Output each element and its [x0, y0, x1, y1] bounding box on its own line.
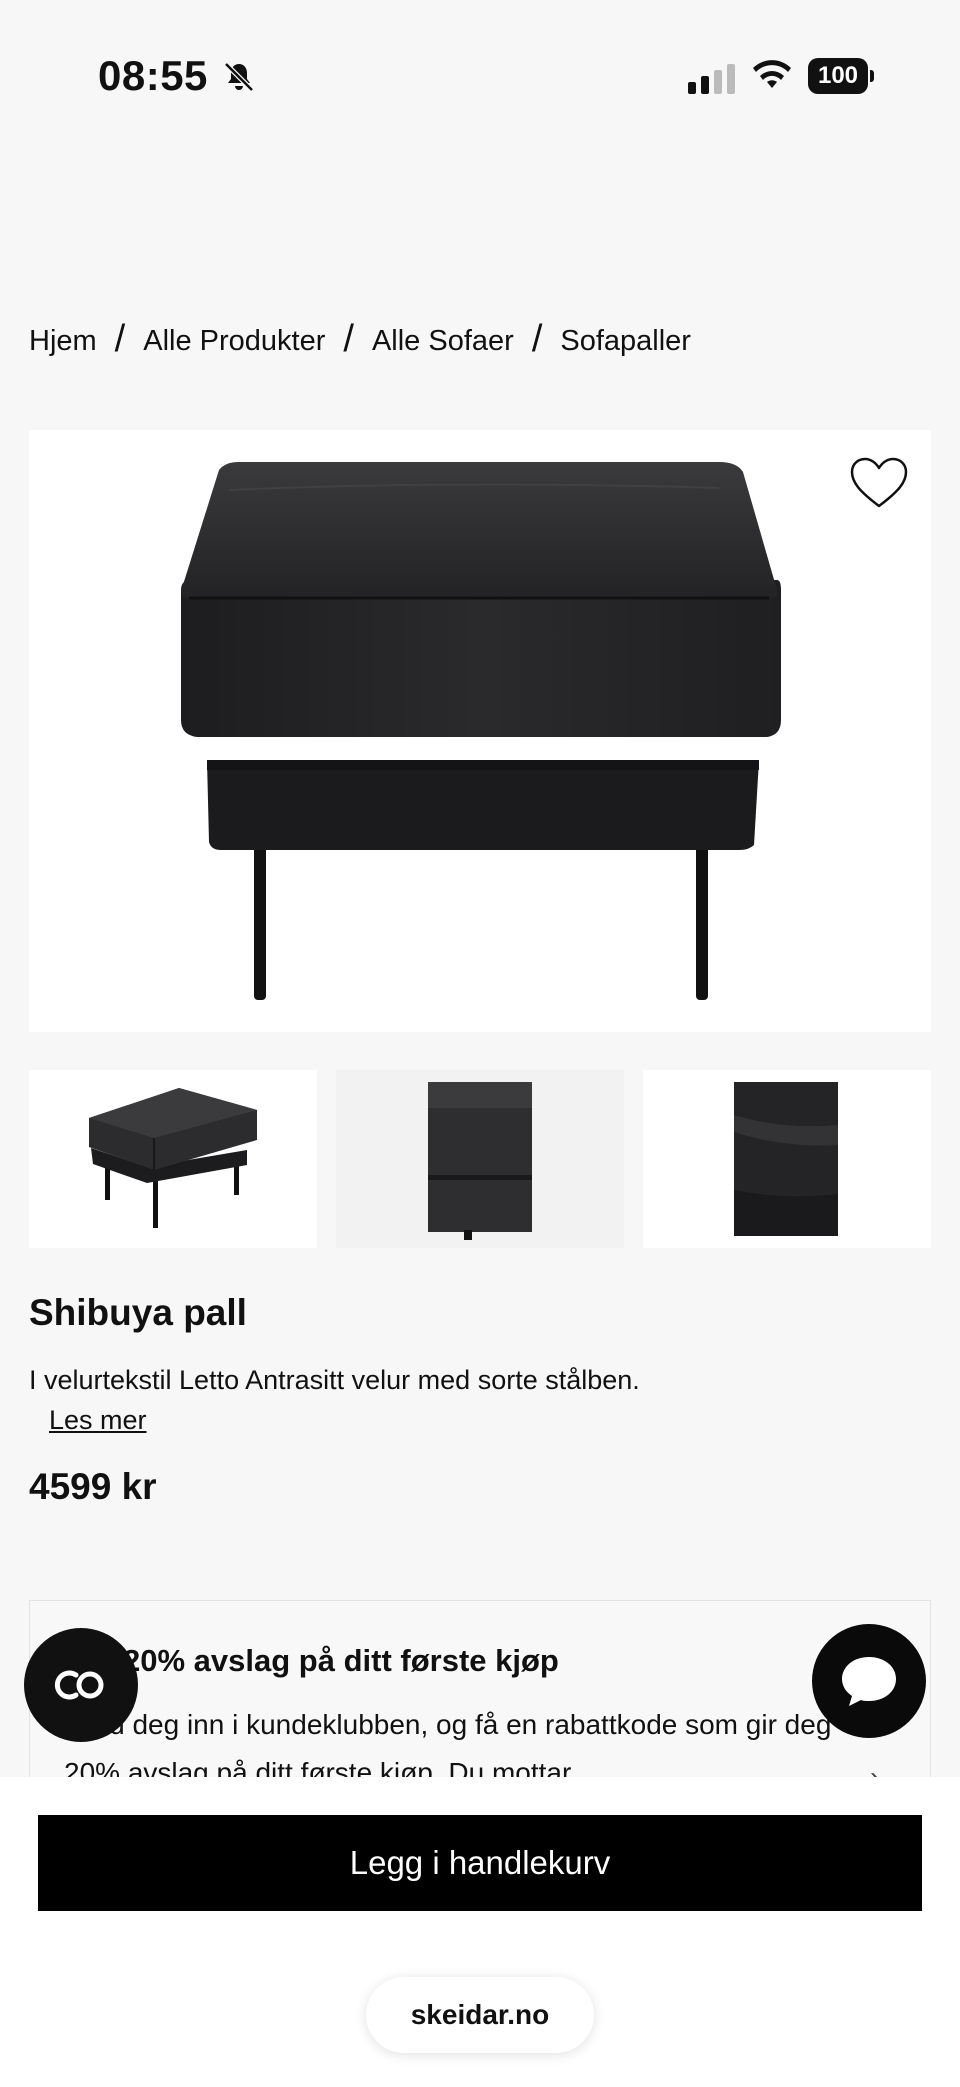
- cellular-signal-icon: [688, 62, 735, 94]
- product-main-image[interactable]: [29, 430, 931, 1032]
- chat-bubble-icon: [842, 1657, 896, 1706]
- ottoman-thumbnail-image: [89, 1088, 257, 1228]
- chat-button[interactable]: [812, 1624, 926, 1738]
- loyalty-link-icon: [54, 1670, 104, 1700]
- ottoman-side-thumbnail-image: [428, 1082, 532, 1240]
- product-thumbnail-2[interactable]: [336, 1070, 624, 1248]
- heart-outline-icon[interactable]: [849, 456, 909, 510]
- product-title: Shibuya pall: [29, 1292, 247, 1333]
- breadcrumb-home[interactable]: Hjem: [29, 325, 97, 358]
- bottom-action-panel: Legg i handlekurv skeidar.no: [0, 1777, 960, 2087]
- battery-level: 100: [808, 58, 868, 94]
- read-more-link[interactable]: Les mer: [49, 1405, 147, 1435]
- breadcrumb-separator: /: [114, 318, 126, 360]
- browser-url-pill[interactable]: skeidar.no: [366, 1977, 594, 2053]
- ottoman-image: [181, 462, 781, 1000]
- fabric-detail-thumbnail-image: [734, 1082, 838, 1236]
- product-thumbnail-3[interactable]: [643, 1070, 931, 1248]
- add-to-cart-button[interactable]: Legg i handlekurv: [38, 1815, 922, 1911]
- product-description-text: I velurtekstil Letto Antrasitt velur med…: [29, 1365, 640, 1395]
- promo-title: 20% avslag på ditt første kjøp: [123, 1643, 559, 1678]
- breadcrumb-separator: /: [343, 318, 354, 360]
- breadcrumb-separator: /: [531, 318, 543, 360]
- loyalty-club-button[interactable]: [24, 1628, 138, 1742]
- breadcrumb-sofa-stools[interactable]: Sofapaller: [560, 325, 691, 358]
- breadcrumb-all-sofas[interactable]: Alle Sofaer: [372, 325, 514, 358]
- status-time: 08:55: [98, 52, 208, 99]
- breadcrumb-all-products[interactable]: Alle Produkter: [143, 325, 325, 358]
- battery-icon: 100: [808, 58, 876, 94]
- promo-card[interactable]: 20% avslag på ditt første kjøp Meld deg …: [29, 1600, 931, 1792]
- wifi-icon: [753, 60, 791, 88]
- breadcrumb: Hjem / Alle Produkter / Alle Sofaer / So…: [29, 318, 691, 363]
- product-price: 4599 kr: [29, 1466, 157, 1507]
- product-description: I velurtekstil Letto Antrasitt velur med…: [29, 1360, 669, 1440]
- bell-slash-icon: [224, 62, 254, 92]
- product-thumbnail-1[interactable]: [29, 1070, 317, 1248]
